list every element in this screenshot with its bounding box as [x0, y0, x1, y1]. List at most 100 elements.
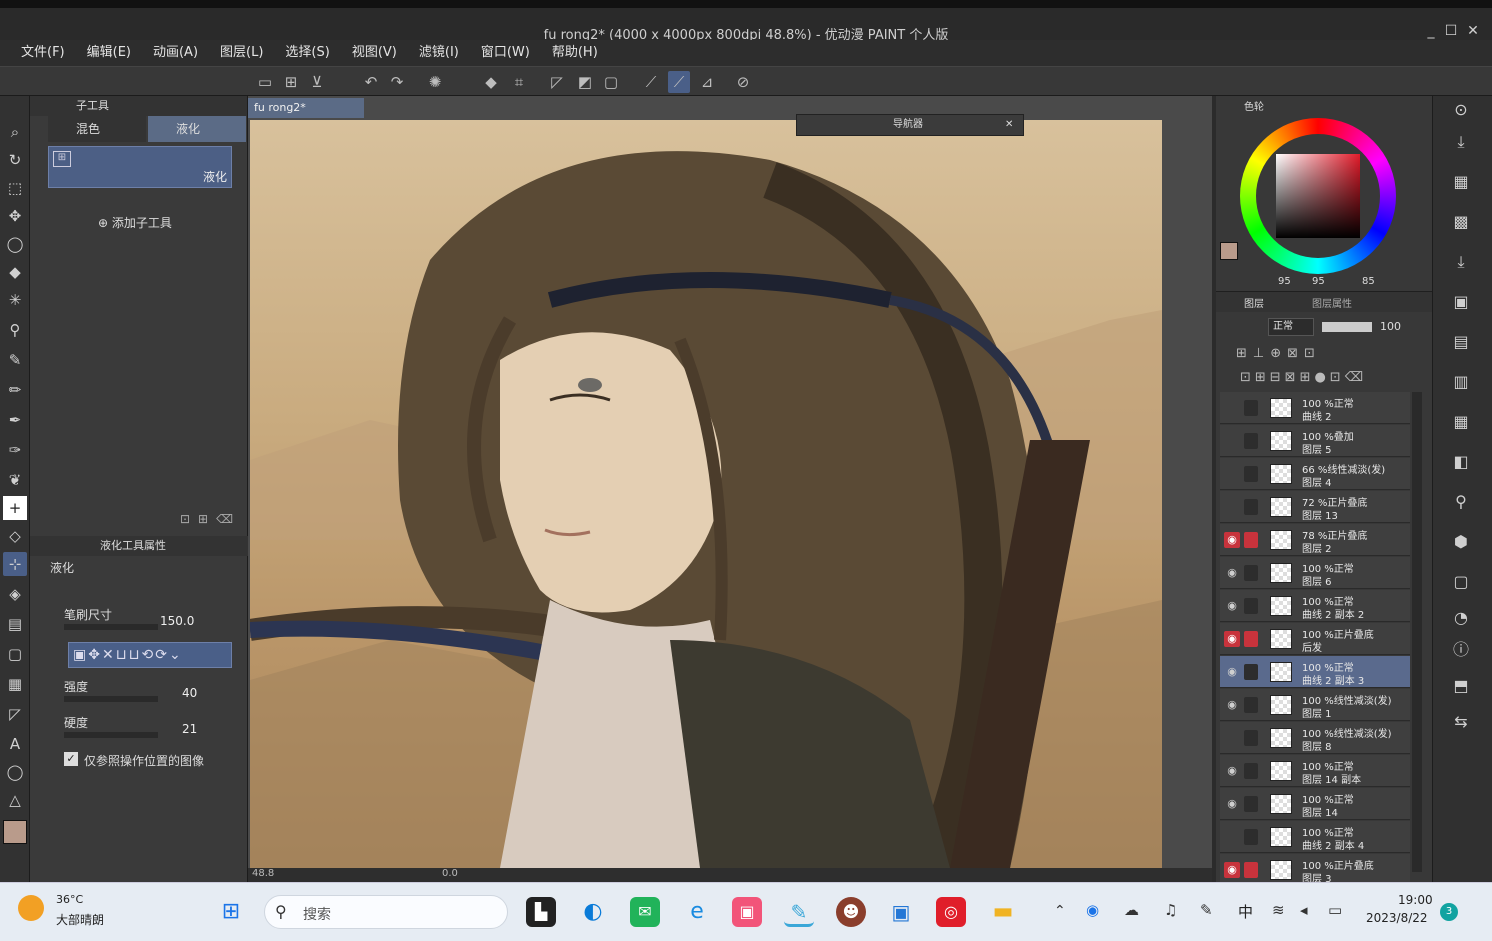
hardness-value[interactable]: 21 — [182, 722, 197, 736]
layer-lock-icon[interactable] — [1244, 763, 1258, 779]
menu-edit[interactable]: 编辑(E) — [76, 40, 142, 66]
edge-icon[interactable]: ◐ — [578, 897, 608, 927]
hue-ring[interactable] — [1240, 118, 1396, 274]
notification-badge[interactable]: 3 — [1440, 903, 1458, 921]
ime-indicator[interactable]: 中 — [1238, 901, 1253, 922]
swap-icon[interactable]: ⇆ — [1447, 708, 1475, 736]
opacity-slider[interactable] — [1322, 322, 1372, 332]
document-tab[interactable]: fu rong2* — [248, 98, 364, 118]
layer-lock-icon[interactable] — [1244, 697, 1258, 713]
hardness-slider[interactable] — [64, 732, 158, 738]
layer-tools-row2[interactable]: ⊡⊞⊟⊠⊞●⊡⌫ — [1240, 370, 1367, 385]
eraser2-icon[interactable]: ◇ — [3, 524, 27, 548]
menu-layer[interactable]: 图层(L) — [209, 40, 274, 66]
task-view-icon[interactable]: ▙ — [526, 897, 556, 927]
layer-row[interactable]: 100 %叠加 图层 5 — [1220, 425, 1410, 457]
strength-slider[interactable] — [64, 696, 158, 702]
eye-icon[interactable]: ◉ — [1224, 565, 1240, 581]
clear-icon[interactable]: ◩ — [574, 71, 596, 93]
eye-icon[interactable] — [1224, 730, 1240, 746]
3d-icon[interactable]: ⬢ — [1447, 528, 1475, 556]
color-swatch[interactable] — [1220, 242, 1238, 260]
layer-row[interactable]: 72 %正片叠底 图层 13 — [1220, 491, 1410, 523]
eye-icon[interactable] — [1224, 829, 1240, 845]
navigator-close-icon[interactable]: ✕ — [1005, 115, 1013, 135]
eyedropper-icon[interactable]: ⚲ — [3, 318, 27, 342]
layer-scrollbar[interactable] — [1412, 392, 1422, 872]
layer-lock-icon[interactable] — [1244, 565, 1258, 581]
ruler-tool-icon[interactable]: ◸ — [3, 702, 27, 726]
table-icon[interactable]: ▦ — [1447, 408, 1475, 436]
decoration-icon[interactable]: ❦ — [3, 468, 27, 492]
layer-tools-row1[interactable]: ⊞⊥⊕⊠⊡ — [1236, 346, 1321, 361]
menu-view[interactable]: 视图(V) — [341, 40, 408, 66]
material-icon[interactable]: ▣ — [1447, 288, 1475, 316]
browser-icon[interactable]: e — [682, 897, 712, 927]
snap-icon[interactable]: ⟋ — [668, 71, 690, 93]
eye-icon[interactable]: ◉ — [1224, 532, 1240, 548]
clock-date[interactable]: 2023/8/22 — [1366, 911, 1428, 925]
eye-icon[interactable]: ◉ — [1224, 697, 1240, 713]
import-icon[interactable]: ⤓ — [1447, 248, 1475, 276]
layer-row[interactable]: ◉ 100 %线性减淡(发) 图层 1 — [1220, 689, 1410, 721]
tray-app-icon[interactable]: ◉ — [1086, 901, 1099, 919]
crop-icon[interactable]: ⌗ — [508, 71, 530, 93]
layer-lock-icon[interactable] — [1244, 796, 1258, 812]
ref-checkbox[interactable]: ✓ — [64, 752, 78, 766]
tab-liquify[interactable]: 液化 — [148, 116, 246, 142]
liquify-mode-selector[interactable]: ▣✥✕⊔⊔⟲⟳⌄ — [68, 642, 232, 668]
snap-grid-icon[interactable]: ⊿ — [696, 71, 718, 93]
fill-icon[interactable]: ◆ — [480, 71, 502, 93]
grid-icon[interactable]: ▩ — [1447, 208, 1475, 236]
layer-lock-icon[interactable] — [1244, 433, 1258, 449]
close-button[interactable]: ✕ — [1462, 20, 1484, 42]
layer-row[interactable]: ◉ 100 %正常 图层 6 — [1220, 557, 1410, 589]
canvas-artwork[interactable] — [250, 120, 1162, 868]
ruler-icon[interactable]: ⟋ — [640, 71, 662, 93]
layer-row[interactable]: 100 %正常 曲线 2 副本 4 — [1220, 821, 1410, 853]
file-explorer-icon[interactable]: ▬ — [988, 897, 1018, 927]
search-dock-icon[interactable]: ⚲ — [1447, 488, 1475, 516]
clock-time[interactable]: 19:00 — [1398, 893, 1433, 907]
special-ruler-icon[interactable]: ⊘ — [732, 71, 754, 93]
lasso-icon[interactable]: ◯ — [3, 232, 27, 256]
info-icon[interactable]: ⓘ — [1447, 636, 1475, 664]
brush-size-value[interactable]: 150.0 — [160, 614, 194, 628]
cloud-icon[interactable]: ☁ — [1124, 901, 1139, 919]
eraser-icon[interactable]: ◆ — [3, 260, 27, 284]
zoom-icon[interactable]: ⌕ — [3, 120, 27, 144]
paint-app-icon[interactable]: ✎ — [784, 897, 814, 927]
tab-blend[interactable]: 混色 — [48, 116, 146, 142]
eye-icon[interactable]: ◉ — [1224, 664, 1240, 680]
menu-window[interactable]: 窗口(W) — [470, 40, 541, 66]
correct-line-icon[interactable]: △ — [3, 788, 27, 812]
brush-icon[interactable]: ✒ — [3, 408, 27, 432]
strength-value[interactable]: 40 — [182, 686, 197, 700]
frame-icon[interactable]: ▦ — [3, 672, 27, 696]
layer-lock-icon[interactable] — [1244, 664, 1258, 680]
wifi-icon[interactable]: ≋ — [1272, 901, 1285, 919]
navigator-dock-icon[interactable]: ⊙ — [1447, 96, 1475, 124]
layer-lock-icon[interactable] — [1244, 532, 1258, 548]
layer-lock-icon[interactable] — [1244, 466, 1258, 482]
search-box[interactable]: ⚲ 搜索 — [264, 895, 508, 929]
layer-row[interactable]: ◉ 100 %正常 曲线 2 副本 3 — [1220, 656, 1410, 688]
tab-layer-property[interactable]: 图层属性 — [1312, 295, 1352, 310]
add-subtool-button[interactable]: ⊕ 添加子工具 — [98, 214, 172, 231]
open-file-icon[interactable]: ⊞ — [280, 71, 302, 93]
eye-icon[interactable] — [1224, 466, 1240, 482]
menu-filter[interactable]: 滤镜(I) — [408, 40, 470, 66]
eye-icon[interactable]: ◉ — [1224, 631, 1240, 647]
menu-file[interactable]: 文件(F) — [10, 40, 76, 66]
text-icon[interactable]: A — [3, 732, 27, 756]
eye-icon[interactable]: ◉ — [1224, 598, 1240, 614]
monitor-icon[interactable]: ▣ — [886, 897, 916, 927]
subtool-actions[interactable]: ⊡⊞⌫ — [180, 512, 241, 526]
subtool-item-liquify[interactable]: ⊞ 液化 — [48, 146, 232, 188]
layer-lock-icon[interactable] — [1244, 829, 1258, 845]
balloon-icon[interactable]: ◯ — [3, 760, 27, 784]
pencil-icon[interactable]: ✏ — [3, 378, 27, 402]
volume-icon[interactable]: ◂ — [1300, 901, 1308, 919]
selection-icon[interactable]: ▢ — [600, 71, 622, 93]
transform-icon[interactable]: ◸ — [546, 71, 568, 93]
